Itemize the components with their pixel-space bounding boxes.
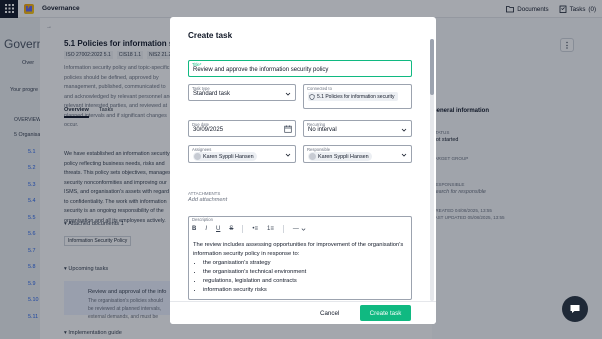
description-editor[interactable]: Description B I U S •≡ 1≡ — The review i… — [188, 216, 412, 300]
chat-button[interactable] — [562, 296, 588, 322]
bullet-list-button[interactable]: •≡ — [252, 226, 258, 232]
create-task-dialog: Create task Title* Review and approve th… — [170, 17, 436, 324]
chevron-down-icon — [401, 153, 407, 157]
task-type-select[interactable]: Task type Standard task — [188, 84, 296, 101]
assignees-select[interactable]: Assignees Karen Syppli Hansen — [188, 145, 296, 163]
description-intro: The review includes assessing opportunit… — [193, 242, 404, 257]
assignee-chip[interactable]: Karen Syppli Hansen — [193, 152, 257, 161]
chevron-down-icon[interactable] — [301, 227, 306, 232]
create-task-button[interactable]: Create task — [360, 305, 411, 321]
shield-icon — [309, 93, 315, 100]
bold-button[interactable]: B — [192, 226, 196, 232]
avatar — [194, 153, 201, 160]
title-field[interactable]: Title* Review and approve the informatio… — [188, 60, 412, 77]
description-content[interactable]: The review includes assessing opportunit… — [193, 241, 407, 295]
description-bullets: the organisation's strategy the organisa… — [203, 259, 407, 295]
connected-control-label: 5.1 Policies for information security — [317, 93, 395, 100]
dialog-footer: Cancel Create task — [170, 301, 436, 324]
responsible-select[interactable]: Responsible Karen Syppli Hansen — [303, 145, 412, 163]
horizontal-rule-button[interactable]: — — [293, 226, 299, 232]
connected-to-field[interactable]: Connected to 5.1 Policies for informatio… — [303, 84, 412, 109]
responsible-chip[interactable]: Karen Syppli Hansen — [308, 152, 372, 161]
italic-button[interactable]: I — [205, 226, 207, 232]
chevron-down-icon — [285, 92, 291, 96]
dialog-scrollbar-thumb[interactable] — [430, 39, 434, 95]
due-date-value: 30/09/2025 — [193, 127, 224, 133]
calendar-icon[interactable] — [284, 125, 292, 133]
add-attachment-link[interactable]: Add attachment — [188, 197, 227, 203]
assignee-name: Karen Syppli Hansen — [203, 153, 254, 160]
task-type-value: Standard task — [193, 91, 231, 97]
list-item: information security risks — [203, 286, 407, 295]
avatar — [309, 153, 316, 160]
editor-toolbar: B I U S •≡ 1≡ — — [192, 224, 306, 234]
connected-to-label: Connected to — [307, 86, 332, 91]
chevron-down-icon — [285, 153, 291, 157]
description-label: Description — [192, 217, 213, 222]
responsible-name: Karen Syppli Hansen — [318, 153, 369, 160]
dialog-title: Create task — [188, 31, 233, 40]
due-date-field[interactable]: Due date 30/09/2025 — [188, 120, 296, 137]
cancel-button[interactable]: Cancel — [320, 310, 339, 317]
strikethrough-button[interactable]: S — [229, 226, 233, 232]
chevron-down-icon — [401, 128, 407, 132]
recurring-select[interactable]: Recurring No interval — [303, 120, 412, 137]
list-item: regulations, legislation and contracts — [203, 277, 407, 286]
list-item: the organisation's strategy — [203, 259, 407, 268]
connected-control-chip[interactable]: 5.1 Policies for information security — [308, 92, 398, 101]
chat-icon — [570, 305, 580, 313]
list-item: the organisation's technical environment — [203, 268, 407, 277]
title-field-value: Review and approve the information secur… — [193, 67, 329, 73]
numbered-list-button[interactable]: 1≡ — [267, 226, 274, 232]
toolbar-divider — [242, 225, 244, 233]
toolbar-divider — [282, 225, 284, 233]
underline-button[interactable]: U — [216, 226, 220, 232]
recurring-value: No interval — [308, 127, 337, 133]
attachments-heading: ATTACHMENTS — [188, 191, 221, 196]
